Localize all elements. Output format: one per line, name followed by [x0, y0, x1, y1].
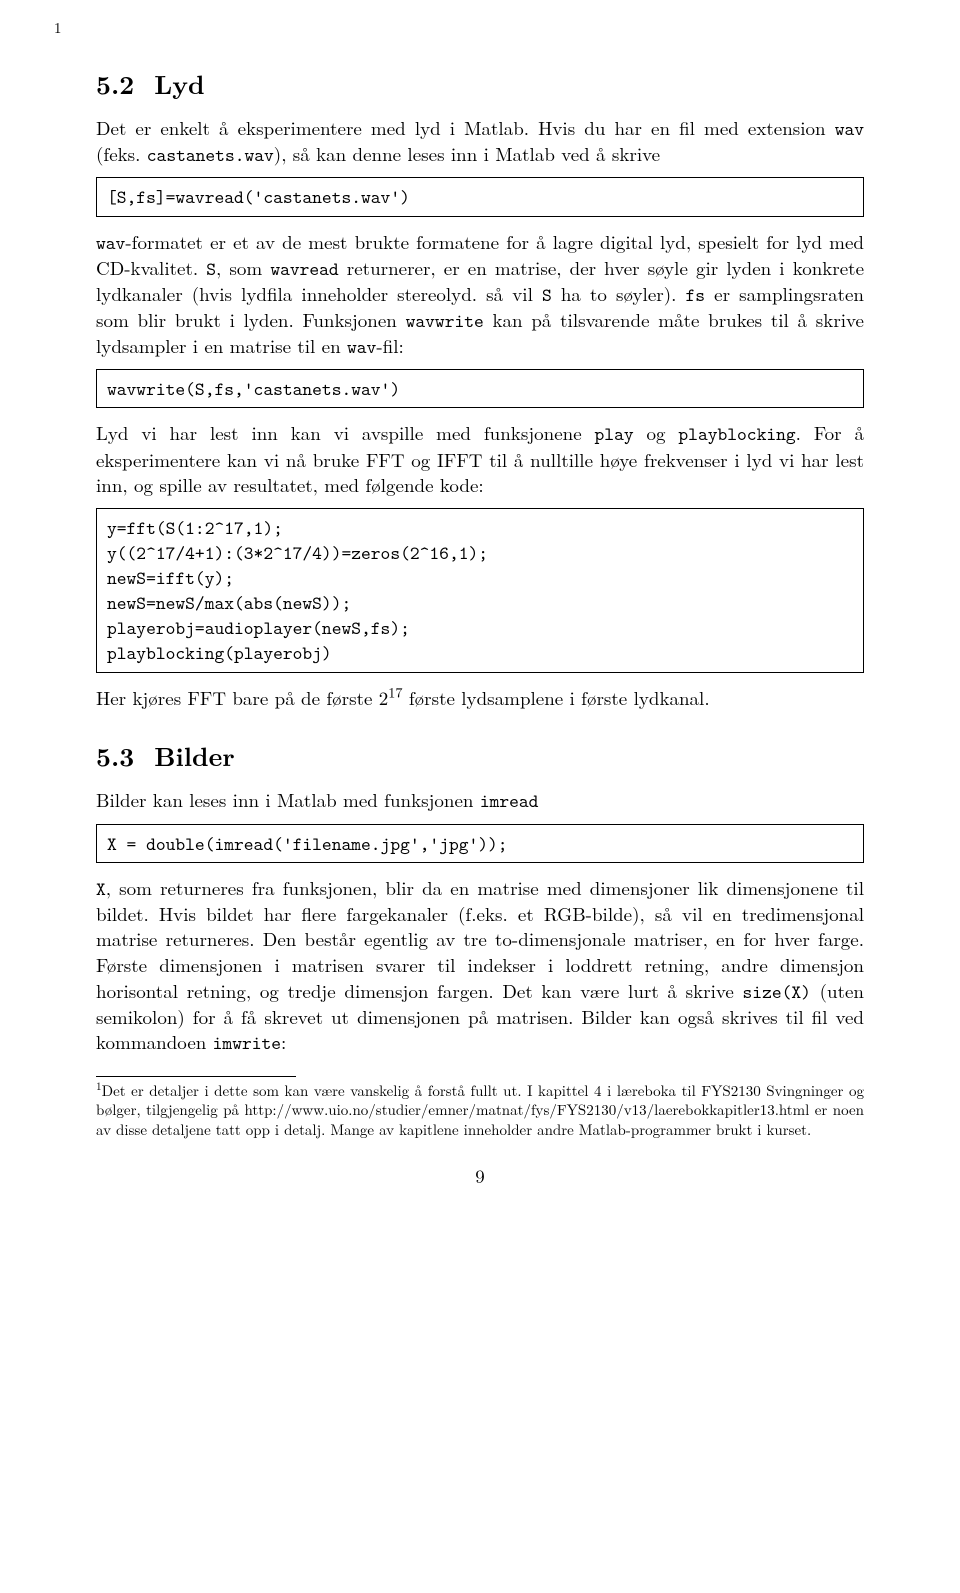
text: , som — [216, 254, 270, 281]
code-inline: playblocking — [678, 421, 795, 446]
paragraph: Lyd vi har lest inn kan vi avspille med … — [96, 420, 864, 497]
code-block: X = double(imread('filename.jpg','jpg'))… — [96, 824, 864, 863]
text: ha to søyler). — [552, 280, 686, 307]
code-inline: castanets.wav — [147, 142, 274, 167]
code-inline: imread — [480, 788, 539, 813]
code-inline: wavwrite — [406, 308, 484, 333]
section-title: Lyd — [154, 65, 204, 102]
code-inline: play — [595, 421, 634, 446]
code-inline: S — [206, 256, 216, 281]
section-heading-lyd: 5.2 Lyd — [96, 66, 864, 101]
text: Det er enkelt å eksperimentere med lyd i… — [96, 114, 835, 141]
section-number: 5.2 — [96, 65, 134, 102]
superscript: 17 — [388, 682, 402, 702]
section-heading-bilder: 5.3 Bilder — [96, 738, 864, 773]
page-top-marker: 1 — [54, 18, 62, 38]
text: Lyd vi har lest inn kan vi avspille med … — [96, 419, 595, 446]
section-number: 5.3 — [96, 737, 134, 774]
footnote-text: Det er detaljer i dette som kan være van… — [96, 1080, 864, 1140]
paragraph: Bilder kan leses inn i Matlab med funksj… — [96, 787, 864, 813]
text: første lydsamplene i første lydkanal. — [403, 684, 710, 711]
code-inline: size(X) — [743, 979, 811, 1004]
code-inline: S — [542, 282, 552, 307]
code-inline: wavread — [270, 256, 338, 281]
paragraph: X, som returneres fra funksjonen, blir d… — [96, 875, 864, 1056]
page: 1 5.2 Lyd Det er enkelt å eksperimentere … — [0, 0, 960, 1593]
page-number: 9 — [96, 1163, 864, 1189]
text: ), så kan denne leses inn i Matlab ved å… — [274, 140, 660, 167]
code-inline: wav — [835, 116, 864, 141]
code-block: [S,fs]=wavread('castanets.wav') — [96, 177, 864, 216]
code-inline: fs — [686, 282, 706, 307]
paragraph: Det er enkelt å eksperimentere med lyd i… — [96, 115, 864, 167]
footnote-rule — [96, 1076, 296, 1077]
text: Her kjøres FFT bare på de første 2 — [96, 684, 388, 711]
text: (feks. — [96, 140, 147, 167]
code-inline: wav — [347, 334, 376, 359]
code-inline: wav — [96, 230, 125, 255]
paragraph: Her kjøres FFT bare på de første 217 før… — [96, 685, 864, 711]
text: og — [634, 419, 679, 446]
text: Bilder kan leses inn i Matlab med funksj… — [96, 786, 480, 813]
code-inline: X — [96, 876, 106, 901]
text: -fil: — [376, 332, 403, 359]
section-title: Bilder — [154, 737, 235, 774]
text: : — [281, 1028, 286, 1055]
paragraph: wav-formatet er et av de mest brukte for… — [96, 229, 864, 360]
code-inline: imwrite — [213, 1030, 281, 1055]
code-block: wavwrite(S,fs,'castanets.wav') — [96, 369, 864, 408]
footnote: 1Det er detaljer i dette som kan være va… — [96, 1081, 864, 1140]
code-block: y=fft(S(1:2^17,1); y((2^17/4+1):(3*2^17/… — [96, 508, 864, 673]
